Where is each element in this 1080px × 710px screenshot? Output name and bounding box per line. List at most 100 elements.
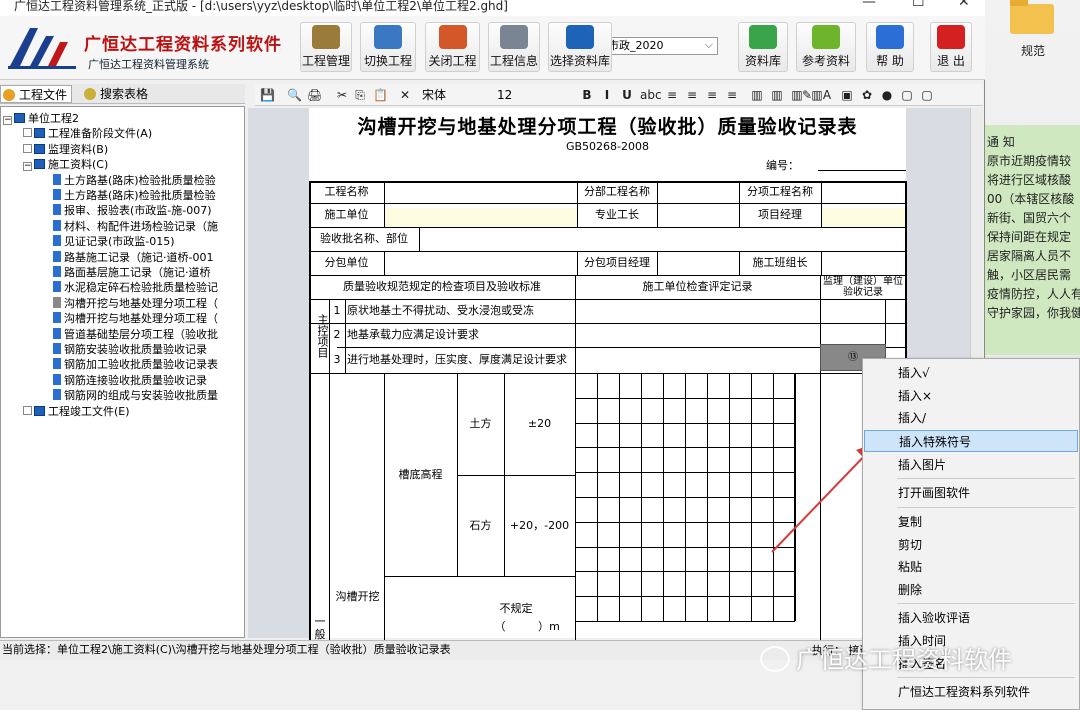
tree-item[interactable]: 工程竣工文件(E) [23,404,130,419]
menu-item[interactable]: 插入/ [864,407,1078,429]
save-icon[interactable]: 💾 [260,88,275,102]
tree-item[interactable]: 报审、报验表(市政监-施-007) [53,203,212,218]
underline-icon[interactable]: U [620,88,634,102]
menu-item[interactable]: 打开画图软件 [864,482,1078,504]
pencil-icon [53,296,61,308]
menu-item[interactable]: 插入√ [864,362,1078,384]
form-title[interactable]: 沟槽开挖与地基处理分项工程（验收批）质量验收记录表 [309,112,906,139]
toolbar-button[interactable]: 参考资料 [796,22,856,72]
grid-line [419,227,420,251]
toolbar-button[interactable]: 退 出 [930,22,972,72]
toolbar-button[interactable]: 工程信息 [488,22,540,72]
paste-icon[interactable]: 📋 [373,88,388,102]
input-cell[interactable] [821,208,906,227]
grid-line [384,181,385,227]
tree-item[interactable]: − 单位工程2 [3,111,79,126]
folder-icon[interactable] [1010,0,1054,34]
item-criteria: 进行地基处理时，压实度、厚度满足设计要求 [347,353,567,366]
align-right-icon[interactable]: ≡ [705,88,719,102]
tree-item[interactable]: 钢筋安装验收批质量验收记录 [53,342,207,357]
menu-item[interactable]: 插入× [864,385,1078,407]
align-center-icon[interactable]: ≡ [685,88,699,102]
tree-item[interactable]: 沟槽开挖与地基处理分项工程（ [53,311,218,326]
library-select[interactable]: 市政_2020 [603,37,718,55]
tree-item-label: 材料、构配件进场检验记录（施 [64,219,218,233]
barcode-icon[interactable]: ▥ [770,88,784,102]
collapse-icon[interactable]: − [3,116,12,125]
tree-item[interactable]: 沟槽开挖与地基处理分项工程（ [53,296,218,311]
maximize-icon[interactable]: ☐ [912,0,925,9]
number-field[interactable] [818,170,906,171]
font-color-icon[interactable]: A [820,88,834,102]
toolbar-button[interactable]: 帮 助 [866,22,914,72]
justify-icon[interactable]: ≡ [725,88,739,102]
project-tree[interactable]: − 单位工程2 工程准备阶段文件(A) 监理资料(B) − 施工资料(C) 土方路基(路床)… [0,106,245,638]
delete-icon[interactable]: ✕ [398,88,412,102]
grid-line [657,251,658,275]
tree-item[interactable]: 水泥稳定碎石检验批质量检验记 [53,280,218,295]
edit-icon[interactable]: ✎ [800,88,814,102]
tree-item-label: 路面基层施工记录（施记·道桥 [64,266,211,279]
toolbar-button[interactable]: 切换工程 [360,22,416,72]
menu-item[interactable]: 插入验收评语 [864,607,1078,629]
company-logo [8,28,76,69]
font-size-select[interactable]: 12 [497,86,562,104]
folder-toggle-icon[interactable] [23,128,32,138]
italic-icon[interactable]: I [600,88,614,102]
tree-item[interactable]: − 施工资料(C) [23,157,108,172]
menu-item[interactable]: 插入特殊符号 [864,429,1078,452]
folder-toggle-icon[interactable] [23,143,32,153]
toolbar-button[interactable]: 工程管理 [300,22,352,72]
search-icon[interactable]: 🔍 [287,88,302,102]
folder-toggle-icon[interactable] [23,405,32,415]
tree-item[interactable]: 监理资料(B) [23,142,108,157]
form-standard: GB50268-2008 [565,140,650,153]
copy-icon[interactable]: ⎘ [353,88,367,102]
help-icon [876,25,904,49]
folder-toggle-icon[interactable]: − [23,162,32,172]
home-icon [438,25,467,49]
input-cell[interactable] [384,208,577,227]
tree-item[interactable]: 见证记录(市政监-015) [53,234,175,249]
menu-item[interactable]: 复制 [864,511,1078,533]
tree-item[interactable]: 材料、构配件进场检验记录（施 [53,219,218,234]
image-icon[interactable]: ▣ [840,88,854,102]
cut-icon[interactable]: ✂ [335,88,349,102]
tree-item[interactable]: 土方路基(路床)检验批质量检验 [53,173,216,188]
tree-item[interactable]: 钢筋连接验收批质量验收记录 [53,373,207,388]
font-name-select[interactable]: 宋体 [422,86,492,104]
tree-item[interactable]: 土方路基(路床)检验批质量检验 [53,188,216,203]
toolbar-button[interactable]: 资料库 [738,22,788,72]
tab-project-files[interactable]: 工程文件 [0,85,72,103]
menu-item[interactable]: 剪切 [864,534,1078,556]
close-icon[interactable]: ✕ [958,0,970,9]
toolbar-button[interactable]: 关闭工程 [425,22,480,72]
page-icon[interactable]: ▢ [920,88,934,102]
document-icon [53,281,61,293]
menu-item[interactable]: 插入图片 [864,454,1078,476]
barcode-icon[interactable]: ▥ [750,88,764,102]
tree-item[interactable]: 路基施工记录（施记·道桥-001 [53,250,213,265]
tree-item[interactable]: 钢筋加工验收批质量验收记录表 [53,357,218,372]
menu-item[interactable]: 广恒达工程资料系列软件 [864,681,1078,703]
symbol-icon[interactable]: ✿ [860,88,874,102]
bold-icon[interactable]: B [580,88,594,102]
minimize-icon[interactable]: — [862,0,876,9]
menu-item[interactable]: 粘贴 [864,556,1078,578]
toolbar-button[interactable]: 选择资料库 [548,22,612,72]
strikethrough-icon[interactable]: abc [640,88,662,102]
tree-item[interactable]: 路面基层施工记录（施记·道桥 [53,265,211,280]
tree-item[interactable]: 管道基础垫层分项工程（验收批 [53,327,218,342]
tree-item[interactable]: 工程准备阶段文件(A) [23,126,152,141]
tree-item[interactable]: 钢筋网的组成与安装验收批质量 [53,388,218,403]
tab-search-tables[interactable]: 搜索表格 [82,85,162,103]
tree-item-label: 土方路基(路床)检验批质量检验 [64,189,216,202]
desktop-folder-label[interactable]: 规范 [1008,42,1058,59]
page-icon[interactable]: ▢ [900,88,914,102]
menu-item[interactable]: 删除 [864,579,1078,601]
tree-item-label: 工程竣工文件(E) [48,404,130,418]
align-left-icon[interactable]: ≡ [665,88,679,102]
print-icon[interactable]: 🖨 [307,88,322,102]
inspection-form-grid[interactable]: 工程名称 分部工程名称 分项工程名称 施工单位 专业工长 项目经理 验收批名称、部位 分包单位… [309,181,907,641]
info-icon[interactable]: ● [880,88,894,102]
